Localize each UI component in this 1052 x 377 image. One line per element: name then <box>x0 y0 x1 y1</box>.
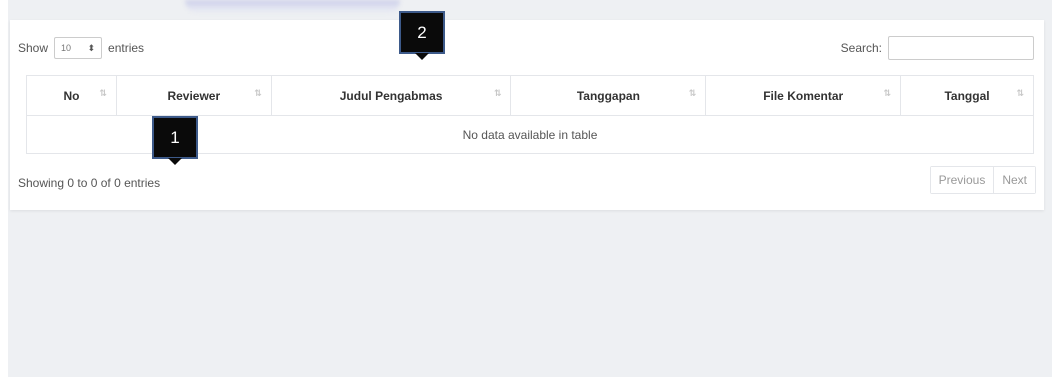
column-header-label: Reviewer <box>167 88 221 103</box>
left-edge <box>0 0 8 377</box>
search-label: Search: <box>840 41 882 55</box>
column-header-reviewer[interactable]: Reviewer ⇅ <box>115 75 272 116</box>
pagination: Previous Next <box>929 166 1036 194</box>
entries-select[interactable]: 10 ⬍ <box>54 37 103 59</box>
select-caret-icon: ⬍ <box>87 42 96 53</box>
callout-marker-1: 1 <box>152 116 198 159</box>
sort-icon: ⇅ <box>99 88 106 98</box>
column-header-label: No <box>63 88 80 103</box>
column-header-tanggapan[interactable]: Tanggapan ⇅ <box>510 75 707 116</box>
previous-button[interactable]: Previous <box>930 167 994 193</box>
column-header-tanggal[interactable]: Tanggal ⇅ <box>900 75 1034 116</box>
table-card: Show 10 ⬍ entries Search: No ⇅ Reviewer … <box>10 20 1044 210</box>
show-label: Show <box>18 41 49 55</box>
column-header-label: Tanggal <box>944 88 990 103</box>
length-menu: Show 10 ⬍ entries <box>18 37 144 59</box>
sort-icon: ⇅ <box>883 88 891 98</box>
sort-icon: ⇅ <box>1016 88 1023 98</box>
sort-icon: ⇅ <box>493 88 501 98</box>
callout-marker-2: 2 <box>399 11 445 54</box>
column-header-label: Judul Pengabmas <box>339 88 443 103</box>
entries-select-value: 10 <box>61 43 72 53</box>
search-input[interactable] <box>888 36 1034 60</box>
column-header-label: Tanggapan <box>576 88 640 103</box>
table-info: Showing 0 to 0 of 0 entries <box>18 176 161 190</box>
column-header-file-komentar[interactable]: File Komentar ⇅ <box>705 75 902 116</box>
column-header-judul-pengabmas[interactable]: Judul Pengabmas ⇅ <box>270 75 512 116</box>
sort-icon: ⇅ <box>688 88 696 98</box>
next-button[interactable]: Next <box>993 167 1035 193</box>
column-header-label: File Komentar <box>763 88 844 103</box>
entries-label: entries <box>108 41 145 55</box>
search-box: Search: <box>841 36 1034 60</box>
top-shadow-decoration <box>185 0 400 14</box>
column-header-no[interactable]: No ⇅ <box>26 75 117 116</box>
sort-icon: ⇅ <box>254 88 261 98</box>
table-header-row: No ⇅ Reviewer ⇅ Judul Pengabmas ⇅ Tangga… <box>26 75 1034 116</box>
